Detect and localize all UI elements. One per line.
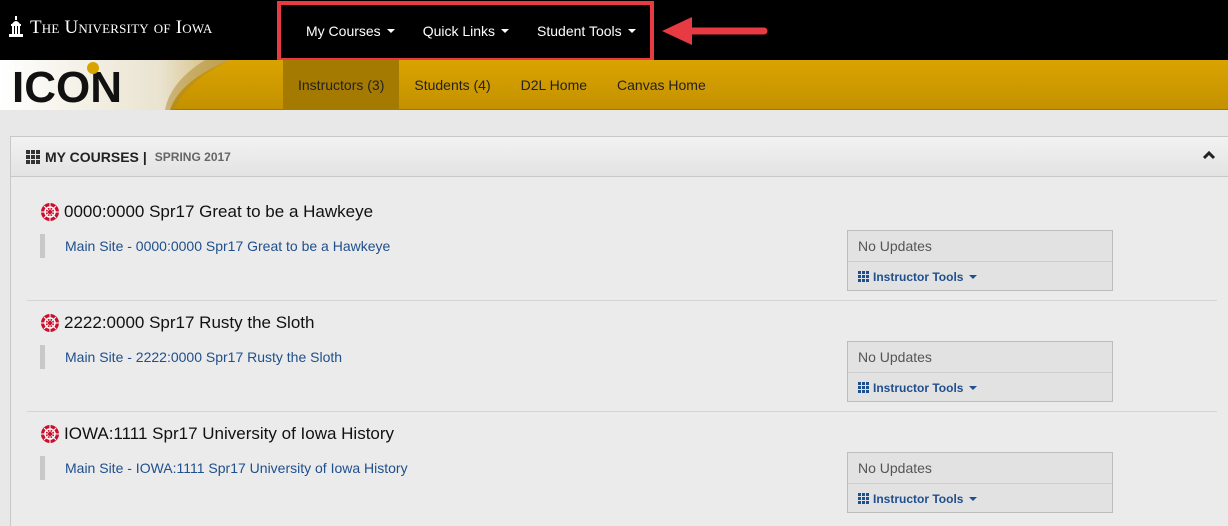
course-item: 0000:0000 Spr17 Great to be a Hawkeye Ma… (27, 190, 1217, 301)
instructor-tools-dropdown[interactable]: Instructor Tools (848, 484, 1112, 513)
course-item: IOWA:1111 Spr17 University of Iowa Histo… (27, 412, 1217, 523)
chevron-down-icon (386, 29, 395, 33)
chevron-down-icon (627, 29, 636, 33)
course-title-row: IOWA:1111 Spr17 University of Iowa Histo… (40, 424, 394, 444)
top-navigation: My Courses Quick Links Student Tools (284, 6, 658, 56)
link-canvas-home[interactable]: Canvas Home (602, 60, 721, 110)
chevron-up-icon[interactable] (1202, 150, 1216, 160)
course-title-row: 0000:0000 Spr17 Great to be a Hawkeye (40, 202, 373, 222)
chevron-down-icon (969, 385, 978, 390)
nav-my-courses-label: My Courses (306, 23, 381, 39)
nav-quick-links-label: Quick Links (422, 23, 496, 39)
nav-student-tools[interactable]: Student Tools (523, 23, 650, 39)
course-title-row: 2222:0000 Spr17 Rusty the Sloth (40, 313, 314, 333)
course-main-site-link[interactable]: Main Site - 2222:0000 Spr17 Rusty the Sl… (65, 349, 342, 365)
course-link-row: Main Site - 0000:0000 Spr17 Great to be … (40, 234, 390, 258)
grid-icon (858, 493, 869, 504)
course-title: 2222:0000 Spr17 Rusty the Sloth (64, 313, 315, 332)
chevron-down-icon (969, 496, 978, 501)
old-capitol-icon (9, 16, 23, 37)
panel-term: SPRING 2017 (154, 149, 231, 164)
tab-instructors[interactable]: Instructors (3) (283, 60, 400, 110)
course-item: 2222:0000 Spr17 Rusty the Sloth Main Sit… (27, 301, 1217, 412)
top-header-bar: The University of Iowa My Courses Quick … (0, 0, 1228, 62)
course-link-row: Main Site - IOWA:1111 Spr17 University o… (40, 456, 408, 480)
nav-quick-links[interactable]: Quick Links (409, 23, 523, 39)
nav-student-tools-label: Student Tools (537, 23, 622, 39)
course-updates-box: No Updates Instructor Tools (847, 230, 1113, 291)
icon-logo[interactable]: ICON (0, 60, 285, 110)
instructor-tools-label: Instructor Tools (873, 269, 964, 284)
role-navigation: Instructors (3) Students (4) D2L Home Ca… (283, 60, 721, 110)
course-emblem-icon (41, 425, 59, 443)
panel-header: MY COURSES | SPRING 2017 (11, 137, 1228, 177)
grid-icon (26, 149, 40, 164)
instructor-tools-dropdown[interactable]: Instructor Tools (848, 373, 1112, 402)
icon-logo-text: ICON (12, 63, 122, 110)
course-link-row: Main Site - 2222:0000 Spr17 Rusty the Sl… (40, 345, 342, 369)
university-name: The University of Iowa (30, 17, 213, 38)
course-main-site-link[interactable]: Main Site - IOWA:1111 Spr17 University o… (65, 460, 408, 476)
grid-icon (858, 382, 869, 393)
course-emblem-icon (41, 203, 59, 221)
course-title: 0000:0000 Spr17 Great to be a Hawkeye (64, 202, 374, 221)
panel-separator: | (142, 148, 147, 165)
instructor-tools-dropdown[interactable]: Instructor Tools (848, 262, 1112, 291)
annotation-arrow-icon (662, 17, 768, 45)
updates-status: No Updates (848, 231, 1112, 262)
university-logo[interactable]: The University of Iowa (8, 16, 212, 38)
course-main-site-link[interactable]: Main Site - 0000:0000 Spr17 Great to be … (65, 238, 390, 254)
course-title: IOWA:1111 Spr17 University of Iowa Histo… (64, 424, 395, 443)
chevron-down-icon (969, 274, 978, 279)
panel-title: MY COURSES (45, 148, 139, 165)
grid-icon (858, 271, 869, 282)
chevron-down-icon (501, 29, 510, 33)
instructor-tools-label: Instructor Tools (873, 380, 964, 395)
updates-status: No Updates (848, 453, 1112, 484)
course-emblem-icon (41, 314, 59, 332)
nav-my-courses[interactable]: My Courses (292, 23, 409, 39)
course-updates-box: No Updates Instructor Tools (847, 341, 1113, 402)
my-courses-panel: MY COURSES | SPRING 2017 0000:0000 Spr17… (10, 136, 1228, 526)
link-d2l-home[interactable]: D2L Home (506, 60, 602, 110)
instructor-tools-label: Instructor Tools (873, 491, 964, 506)
updates-status: No Updates (848, 342, 1112, 373)
tab-students[interactable]: Students (4) (399, 60, 505, 110)
course-updates-box: No Updates Instructor Tools (847, 452, 1113, 513)
icon-brand-bar: ICON Instructors (3) Students (4) D2L Ho… (0, 60, 1228, 110)
icon-logo-graphic: ICON (0, 60, 230, 110)
